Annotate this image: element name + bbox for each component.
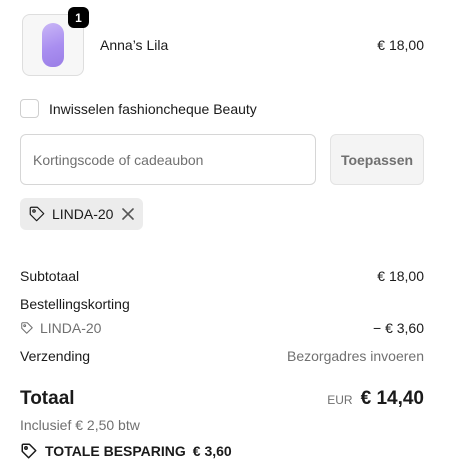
discount-code-info: LINDA-20 [20,320,424,336]
gift-cheque-checkbox[interactable] [20,99,39,118]
close-icon[interactable] [121,207,135,221]
subtotal-value: € 18,00 [377,268,424,284]
tag-icon [21,322,33,334]
total-amount: € 14,40 [360,388,424,409]
total-label: Totaal [20,388,75,409]
applied-code-label: LINDA-20 [52,206,114,222]
product-price: € 18,00 [377,37,424,53]
tag-icon [21,443,37,459]
discount-code-input[interactable] [20,134,316,185]
vat-note: Inclusief € 2,50 btw [20,417,140,433]
gift-cheque-option[interactable]: Inwisselen fashioncheque Beauty [20,99,257,118]
apply-button[interactable]: Toepassen [330,134,424,185]
quantity-badge: 1 [68,7,89,28]
nail-polish-image [42,23,64,67]
savings-label: TOTALE BESPARING [45,443,186,459]
total-savings: TOTALE BESPARING € 3,60 [20,442,232,460]
order-discount-label: Bestellingskorting [20,296,130,312]
product-name: Anna’s Lila [100,37,169,53]
discount-code-name: LINDA-20 [40,320,102,336]
order-discount-row: Bestellingskorting [20,296,424,312]
total-row: Totaal EUR € 14,40 [20,388,424,410]
applied-discount-chip: LINDA-20 [20,198,144,230]
total-amount-group: EUR € 14,40 [327,388,424,410]
shipping-row: Verzending Bezorgadres invoeren [20,348,424,364]
tag-icon [29,206,45,222]
cart-line-item: 1 Anna’s Lila € 18,00 [20,7,424,76]
subtotal-row: Subtotaal € 18,00 [20,268,424,284]
discount-code-row: LINDA-20 − € 3,60 [20,320,424,336]
savings-amount: € 3,60 [192,443,232,459]
shipping-label: Verzending [20,348,91,364]
subtotal-label: Subtotaal [20,268,80,284]
discount-value: − € 3,60 [373,320,424,336]
gift-cheque-label: Inwisselen fashioncheque Beauty [49,100,257,117]
currency-code: EUR [327,393,353,407]
shipping-value: Bezorgadres invoeren [287,348,424,364]
